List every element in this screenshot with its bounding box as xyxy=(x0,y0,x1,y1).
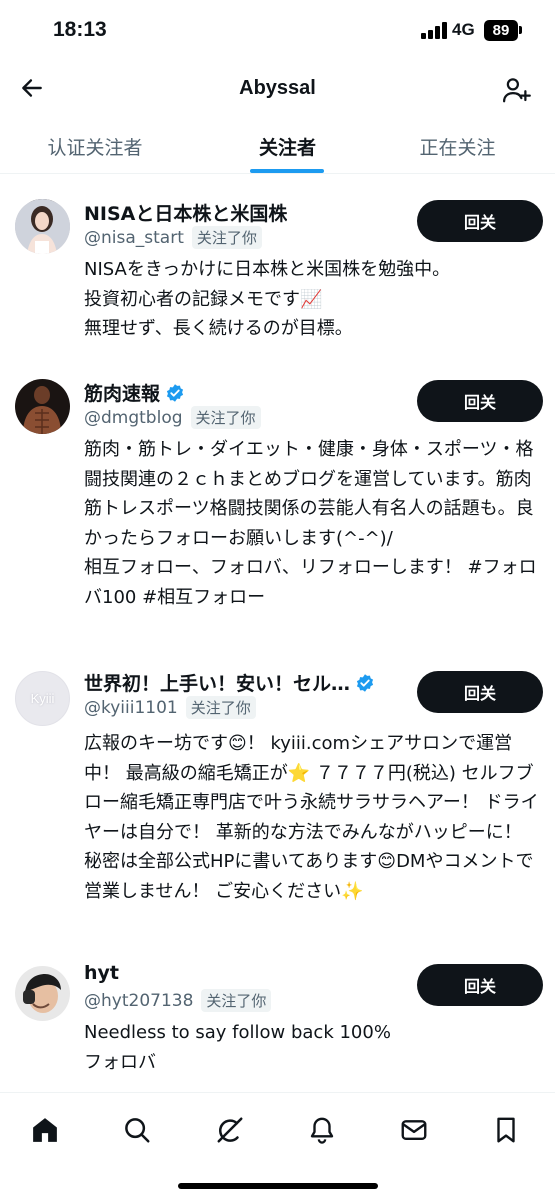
handle-line: @nisa_start 关注了你 xyxy=(84,226,262,249)
avatar-image xyxy=(15,966,70,1021)
user-name[interactable]: hyt xyxy=(84,962,119,984)
tab-followers[interactable]: 关注者 xyxy=(190,118,385,174)
follow-back-button[interactable]: 回关 xyxy=(417,380,543,422)
list-item[interactable]: NISAと日本株と米国株 @nisa_start 关注了你 回关 NISAをきっ… xyxy=(0,175,555,355)
user-name[interactable]: NISAと日本株と米国株 xyxy=(84,199,287,226)
user-name-line: hyt xyxy=(84,962,119,984)
avatar-logo-text: Kyiii xyxy=(30,691,55,706)
follows-you-badge: 关注了你 xyxy=(201,989,272,1012)
list-item[interactable]: Kyiii 世界初！上手い！安い！セル… @kyiii1101 关注了你 回关 … xyxy=(0,645,555,938)
avatar[interactable]: Kyiii xyxy=(15,671,70,726)
bookmark-icon xyxy=(497,1117,515,1143)
status-time: 18:13 xyxy=(53,18,107,41)
avatar[interactable] xyxy=(15,379,70,434)
battery-icon: 89 xyxy=(484,20,518,41)
page-title: Abyssal xyxy=(239,77,316,99)
user-handle[interactable]: @kyiii1101 xyxy=(84,698,178,718)
user-name-line: 筋肉速報 xyxy=(84,379,185,406)
search-icon xyxy=(125,1118,150,1143)
signal-icon xyxy=(421,22,448,39)
tab-following[interactable]: 正在关注 xyxy=(360,118,555,174)
avatar-image xyxy=(15,379,70,434)
user-name[interactable]: 筋肉速報 xyxy=(84,379,160,406)
tab-bar: 认证关注者 关注者 正在关注 xyxy=(0,118,555,174)
nav-grok[interactable] xyxy=(207,1107,253,1153)
user-name[interactable]: 世界初！上手い！安い！セル… xyxy=(84,669,350,696)
active-tab-indicator xyxy=(250,169,324,173)
nav-messages[interactable] xyxy=(391,1107,437,1153)
avatar[interactable] xyxy=(15,966,70,1021)
follows-you-badge: 关注了你 xyxy=(190,406,261,429)
add-user-button[interactable] xyxy=(496,70,536,110)
user-handle[interactable]: @nisa_start xyxy=(84,228,184,248)
user-bio: 筋肉・筋トレ・ダイエット・健康・身体・スポーツ・格闘技関連の２ｃｈまとめブログを… xyxy=(84,439,537,608)
grok-icon xyxy=(217,1117,243,1143)
list-item[interactable]: hyt @hyt207138 关注了你 回关 Needless to say f… xyxy=(0,938,555,1088)
follow-back-button[interactable]: 回关 xyxy=(417,964,543,1006)
user-handle[interactable]: @hyt207138 xyxy=(84,991,193,1011)
user-bio: 広報のキー坊です😊！ kyiii.comシェアサロンで運営中！ 最高級の縮毛矯正… xyxy=(84,733,539,902)
user-bio: Needless to say follow back 100% フォロバ xyxy=(84,1022,391,1073)
avatar[interactable] xyxy=(15,199,70,254)
header: Abyssal xyxy=(0,62,555,118)
follows-you-badge: 关注了你 xyxy=(185,696,256,719)
handle-line: @kyiii1101 关注了你 xyxy=(84,696,256,719)
verified-badge-icon xyxy=(166,383,184,402)
nav-home[interactable] xyxy=(22,1107,68,1153)
battery-tip xyxy=(519,26,522,34)
list-item[interactable]: 筋肉速報 @dmgtblog 关注了你 回关 筋肉・筋トレ・ダイエット・健康・身… xyxy=(0,355,555,645)
status-bar: 18:13 4G 89 xyxy=(0,0,555,62)
nav-bookmarks[interactable] xyxy=(483,1107,529,1153)
mail-icon xyxy=(401,1120,427,1140)
follows-you-badge: 关注了你 xyxy=(191,226,262,249)
add-user-icon xyxy=(503,78,531,103)
bottom-nav xyxy=(0,1092,555,1200)
bell-icon xyxy=(310,1117,334,1144)
network-type: 4G xyxy=(452,20,475,39)
nav-search[interactable] xyxy=(114,1107,160,1153)
follow-back-button[interactable]: 回关 xyxy=(417,200,543,242)
handle-line: @dmgtblog 关注了你 xyxy=(84,406,261,429)
verified-badge-icon xyxy=(356,673,374,692)
avatar-image xyxy=(15,199,70,254)
home-icon xyxy=(33,1118,57,1142)
home-indicator[interactable] xyxy=(178,1183,378,1189)
user-handle[interactable]: @dmgtblog xyxy=(84,408,183,428)
nav-notifications[interactable] xyxy=(299,1107,345,1153)
follow-back-button[interactable]: 回关 xyxy=(417,671,543,713)
tab-verified-followers[interactable]: 认证关注者 xyxy=(0,118,190,174)
user-name-line: NISAと日本株と米国株 xyxy=(84,199,287,226)
handle-line: @hyt207138 关注了你 xyxy=(84,989,272,1012)
user-name-line: 世界初！上手い！安い！セル… xyxy=(84,669,375,696)
user-bio: NISAをきっかけに日本株と米国株を勉強中。 投資初心者の記録メモです📈 無理せ… xyxy=(84,259,451,339)
